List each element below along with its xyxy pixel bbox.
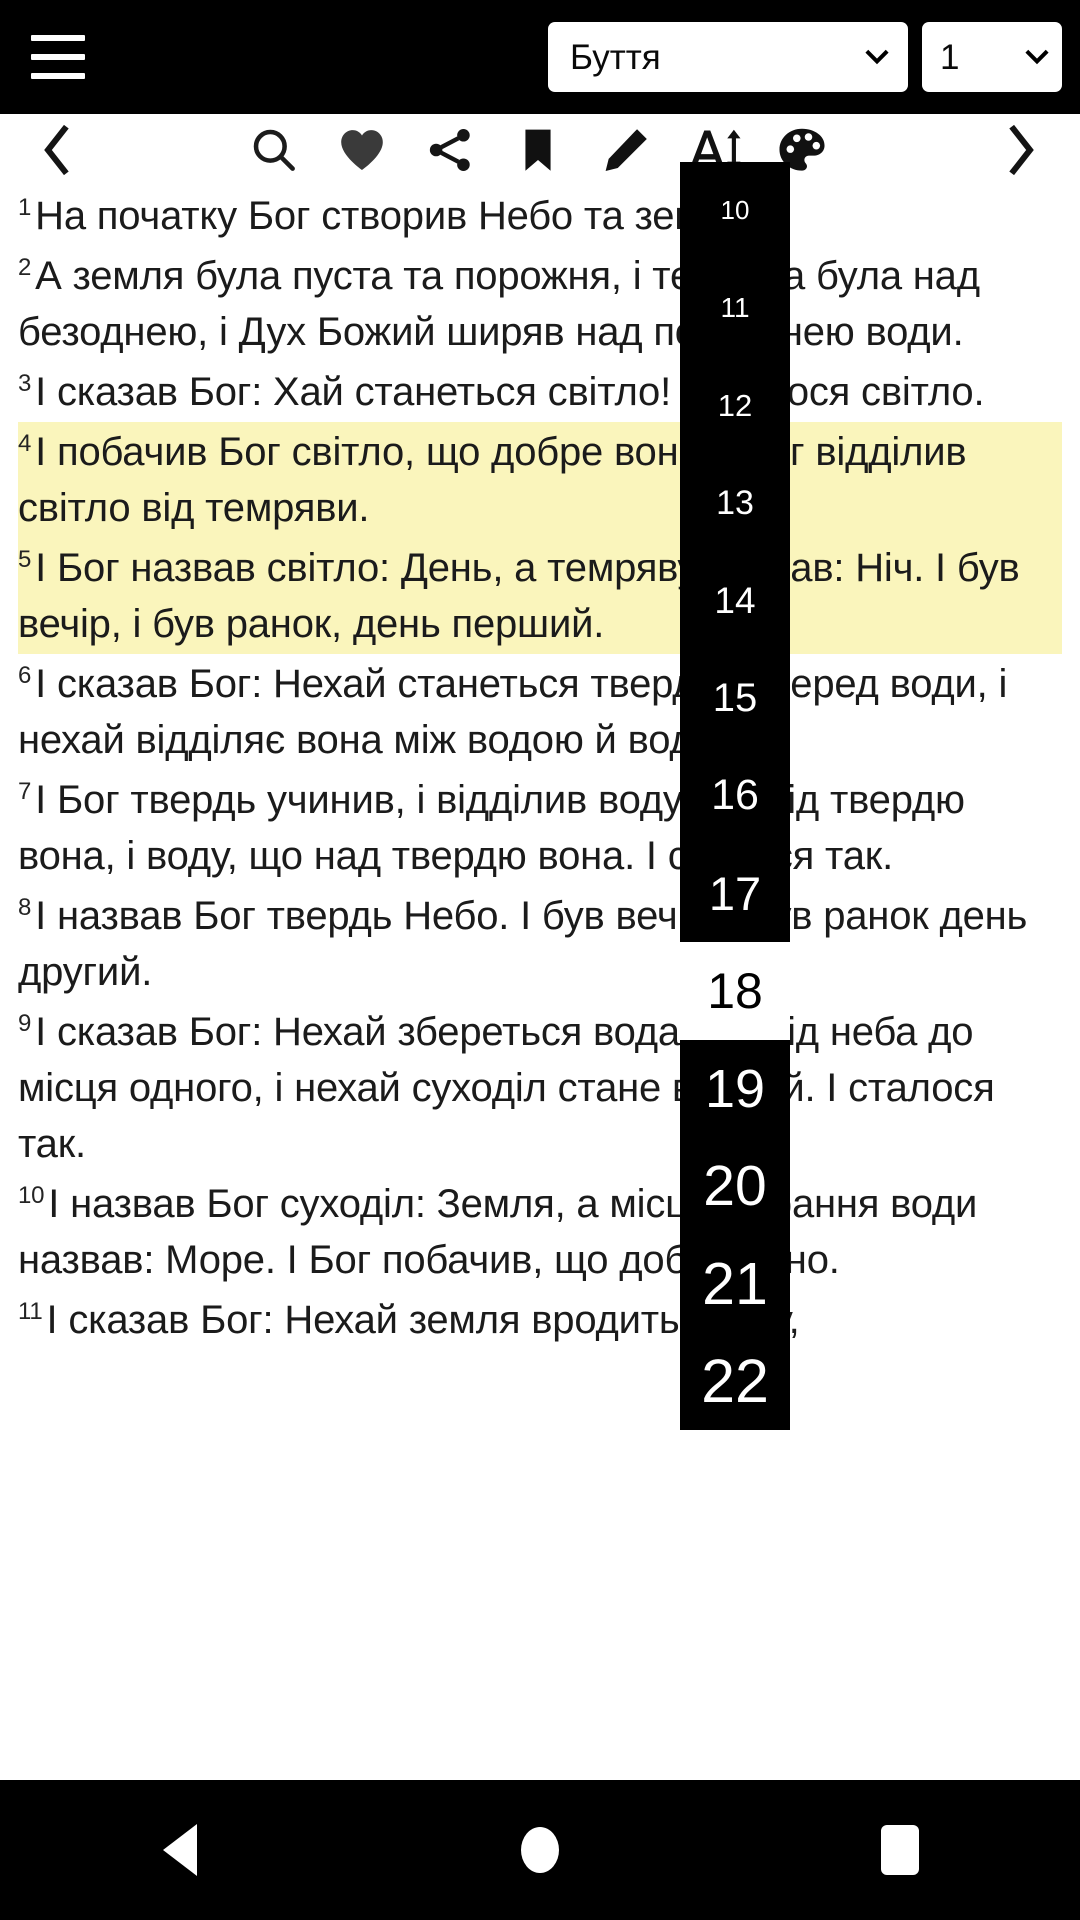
verse-number: 5 [18, 545, 32, 573]
verse-text: І сказав Бог: Нехай збереться вода з-поп… [18, 1010, 995, 1166]
verse[interactable]: 8І назвав Бог твердь Небо. І був вечір, … [18, 886, 1062, 1002]
top-app-bar: Буття 1 [0, 0, 1080, 114]
scroll-index-item[interactable]: 18 [680, 942, 790, 1040]
pencil-icon[interactable] [582, 114, 670, 186]
scroll-index-item[interactable]: 13 [680, 454, 790, 553]
verse[interactable]: 11 І сказав Бог: Нехай земля вродить трав… [18, 1290, 1062, 1350]
book-selector-value: Буття [570, 37, 661, 77]
verse-text: І Бог твердь учинив, і відділив воду, що… [18, 778, 965, 878]
hamburger-line-3 [31, 73, 85, 79]
scroll-index-item[interactable]: 15 [680, 649, 790, 748]
verse-text: І назвав Бог твердь Небо. І був вечір, і… [18, 894, 1028, 994]
verse[interactable]: 4І побачив Бог світло, що добре воно, і … [18, 422, 1062, 538]
chapter-selector-value: 1 [940, 37, 960, 77]
scroll-index-item[interactable]: 19 [680, 1039, 790, 1138]
app-root: Буття 1 1 На початку Бог створив Небо та… [0, 0, 1080, 1920]
verse-number: 2 [18, 253, 32, 281]
hamburger-line-2 [31, 54, 85, 60]
fast-scroll-chapter-picker[interactable]: 10 11 12 13 14 15 16 17 18 19 20 21 22 [680, 162, 790, 1430]
scroll-index-item[interactable]: 21 [680, 1234, 790, 1333]
verse-text: І побачив Бог світло, що добре воно, і Б… [18, 430, 967, 530]
nav-home-button[interactable] [440, 1780, 640, 1920]
hamburger-line-1 [31, 35, 85, 41]
scripture-text-area[interactable]: 1 На початку Бог створив Небо та землю. 2 А… [0, 186, 1080, 1780]
chevron-left-icon [44, 124, 69, 176]
home-circle-icon [521, 1827, 559, 1873]
previous-chapter-button[interactable] [8, 114, 108, 186]
verse[interactable]: 1 На початку Бог створив Небо та землю. [18, 186, 1062, 246]
chevron-down-icon [1025, 49, 1049, 65]
book-selector[interactable]: Буття [548, 22, 908, 92]
scroll-index-item[interactable]: 11 [680, 259, 790, 358]
reader-toolbar [0, 114, 1080, 186]
chevron-right-icon [1009, 124, 1034, 176]
verse-number: 11 [18, 1297, 43, 1325]
share-icon[interactable] [406, 114, 494, 186]
scroll-index-item[interactable]: 10 [680, 162, 790, 260]
nav-back-button[interactable] [80, 1780, 280, 1920]
android-navigation-bar [0, 1780, 1080, 1920]
scroll-index-item[interactable]: 12 [680, 357, 790, 455]
next-chapter-button[interactable] [970, 114, 1070, 186]
verse-number: 6 [18, 661, 32, 689]
scroll-index-item[interactable]: 16 [680, 747, 790, 845]
verse[interactable]: 9І сказав Бог: Нехай збереться вода з-по… [18, 1002, 1062, 1174]
verse[interactable]: 6І сказав Бог: Нехай станеться твердь по… [18, 654, 1062, 770]
verse[interactable]: 10 І назвав Бог суходіл: Земля, а місце з… [18, 1174, 1062, 1290]
verse-text: А земля була пуста та порожня, і темрява… [18, 254, 980, 354]
verse-number: 3 [18, 369, 32, 397]
scroll-index-item[interactable]: 17 [680, 844, 790, 943]
verse[interactable]: 7І Бог твердь учинив, і відділив воду, щ… [18, 770, 1062, 886]
verse-number: 7 [18, 777, 32, 805]
verse-text: І назвав Бог суходіл: Земля, а місце зіб… [18, 1182, 978, 1282]
hamburger-menu-icon[interactable] [0, 0, 110, 114]
verse[interactable]: 2А земля була пуста та порожня, і темряв… [18, 246, 1062, 362]
verse-number: 10 [18, 1181, 45, 1209]
verse-text: І сказав Бог: Нехай станеться твердь пос… [18, 662, 1008, 762]
verse-number: 8 [18, 893, 32, 921]
back-triangle-icon [163, 1824, 197, 1876]
verse[interactable]: 5І Бог назвав світло: День, а темряву на… [18, 538, 1062, 654]
chevron-down-icon [865, 49, 889, 65]
recents-square-icon [881, 1825, 919, 1875]
verse-text: І Бог назвав світло: День, а темряву наз… [18, 546, 1020, 646]
verse-text: І сказав Бог: Хай станеться світло! І ст… [35, 370, 985, 414]
verse-text: На початку Бог створив Небо та землю. [35, 194, 766, 238]
bookmark-icon[interactable] [494, 114, 582, 186]
chapter-selector[interactable]: 1 [922, 22, 1062, 92]
heart-icon[interactable] [318, 114, 406, 186]
search-icon[interactable] [230, 114, 318, 186]
verse[interactable]: 3І сказав Бог: Хай станеться світло! І с… [18, 362, 1062, 422]
verse-number: 4 [18, 429, 32, 457]
scroll-index-item[interactable]: 20 [680, 1137, 790, 1235]
verse-number: 9 [18, 1009, 32, 1037]
verse-number: 1 [18, 193, 32, 221]
scroll-index-item[interactable]: 14 [680, 552, 790, 650]
nav-recents-button[interactable] [800, 1780, 1000, 1920]
scroll-index-item[interactable]: 22 [680, 1332, 790, 1430]
